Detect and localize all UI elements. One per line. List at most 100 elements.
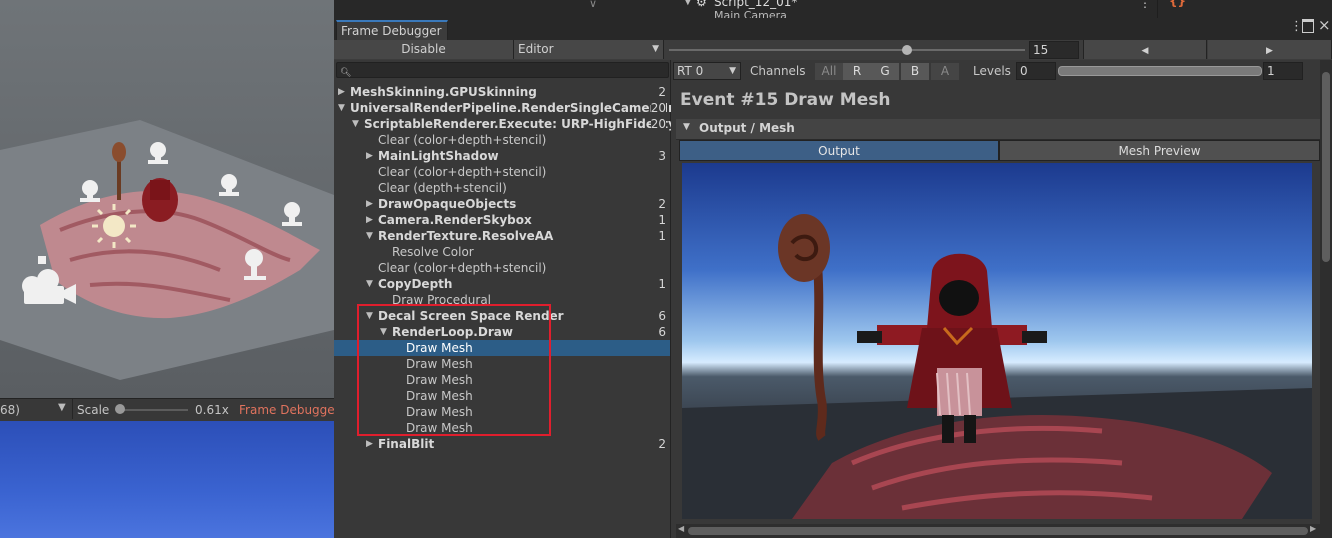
channel-button-g[interactable]: G — [871, 63, 899, 80]
resolution-dropdown-icon[interactable]: ▼ — [58, 402, 66, 413]
channel-button-a[interactable]: A — [931, 63, 959, 80]
tree-row[interactable]: ▶ Camera.RenderSkybox 1 — [334, 212, 670, 228]
scale-slider-track[interactable] — [116, 409, 188, 411]
tree-row-label: Resolve Color — [392, 245, 474, 259]
render-target-dropdown[interactable]: RT 0 ▼ — [673, 62, 741, 80]
channels-label: Channels — [750, 64, 806, 78]
resolution-label[interactable]: 68) — [0, 403, 20, 417]
output-mesh-section-header[interactable]: ▼ Output / Mesh — [676, 119, 1322, 140]
levels-max-field[interactable]: 1 — [1263, 62, 1303, 80]
previous-arrow-icon: ◀ — [1141, 46, 1149, 56]
vertical-scroll-thumb[interactable] — [1322, 72, 1330, 262]
section-title: Output / Mesh — [699, 121, 795, 135]
tree-row-label: FinalBlit — [378, 437, 435, 451]
unity-scene-icon: ⚙ — [696, 0, 707, 9]
next-event-button[interactable]: ▶ — [1208, 40, 1332, 59]
expanded-arrow-icon[interactable]: ▼ — [366, 228, 376, 244]
vertical-scrollbar[interactable] — [1320, 60, 1332, 538]
tree-row-count: 1 — [658, 276, 666, 292]
tree-row[interactable]: ▼ CopyDepth 1 — [334, 276, 670, 292]
divider — [1157, 0, 1158, 18]
tree-row-label: RenderTexture.ResolveAA — [378, 229, 554, 243]
tree-row[interactable]: Clear (depth+stencil) — [334, 180, 670, 196]
game-view[interactable] — [0, 421, 334, 538]
tree-row-count: 1 — [658, 228, 666, 244]
tree-row-label: MainLightShadow — [378, 149, 499, 163]
next-arrow-icon: ▶ — [1266, 46, 1273, 56]
tree-row-label: Camera.RenderSkybox — [378, 213, 532, 227]
levels-range-slider[interactable] — [1058, 66, 1262, 76]
levels-min-field[interactable]: 0 — [1016, 62, 1056, 80]
maximize-icon[interactable] — [1302, 19, 1314, 33]
tree-row-label: Clear (color+depth+stencil) — [378, 133, 547, 147]
channel-button-all[interactable]: All — [815, 63, 843, 80]
channel-button-b[interactable]: B — [901, 63, 929, 80]
collapsed-arrow-icon[interactable]: ▶ — [366, 196, 376, 212]
more-options-icon[interactable]: ⋮ — [1139, 0, 1151, 10]
disable-button[interactable]: Disable — [334, 40, 514, 59]
tree-row[interactable]: ▼ RenderTexture.ResolveAA 1 — [334, 228, 670, 244]
expand-arrow-icon[interactable]: ▼ — [684, 0, 692, 7]
tree-row-count: 1 — [658, 212, 666, 228]
previous-event-button[interactable]: ◀ — [1083, 40, 1207, 59]
frame-debugger-indicator[interactable]: Frame Debugger — [239, 403, 340, 417]
foldout-arrow-icon[interactable]: ▼ — [683, 122, 690, 132]
collapsed-arrow-icon[interactable]: ▶ — [366, 148, 376, 164]
target-value: Editor — [518, 42, 554, 56]
highlight-annotation-box — [357, 304, 551, 436]
target-dropdown[interactable]: Editor ▼ — [514, 40, 664, 59]
scroll-left-icon[interactable]: ◀ — [678, 524, 684, 533]
tree-row[interactable]: Resolve Color — [334, 244, 670, 260]
scale-value: 0.61x — [195, 403, 229, 417]
chevron-down-icon[interactable]: ∨ — [589, 0, 597, 10]
render-preview-image — [682, 214, 1312, 519]
tab-mesh-preview[interactable]: Mesh Preview — [999, 140, 1320, 161]
collapsed-arrow-icon[interactable]: ▶ — [366, 436, 376, 452]
scale-slider-handle[interactable] — [115, 404, 125, 414]
horizontal-scrollbar[interactable]: ◀ ▶ — [676, 524, 1324, 538]
event-slider-track[interactable] — [669, 49, 1025, 51]
tree-row-count: 6 — [658, 324, 666, 340]
expanded-arrow-icon[interactable]: ▼ — [352, 116, 362, 132]
collapsed-arrow-icon[interactable]: ▶ — [366, 212, 376, 228]
channel-button-r[interactable]: R — [843, 63, 871, 80]
expanded-arrow-icon[interactable]: ▼ — [366, 276, 376, 292]
dropdown-arrow-icon: ▼ — [652, 44, 659, 54]
tree-row-count: 2 — [658, 436, 666, 452]
horizontal-scroll-thumb[interactable] — [688, 527, 1308, 535]
scroll-right-icon[interactable]: ▶ — [1310, 524, 1316, 533]
levels-label: Levels — [973, 64, 1011, 78]
tree-row[interactable]: ▶ MeshSkinning.GPUSkinning 2 — [334, 84, 670, 100]
tree-row[interactable]: ▼ ScriptableRenderer.Execute: URP-HighFid… — [334, 116, 743, 132]
tree-row-count: 20 — [650, 100, 666, 116]
event-title: Event #15 Draw Mesh — [680, 90, 891, 110]
collapsed-arrow-icon[interactable]: ▶ — [338, 84, 348, 100]
render-target-value: RT 0 — [677, 64, 704, 78]
tree-row[interactable]: ▶ FinalBlit 2 — [334, 436, 670, 452]
tree-row[interactable]: Clear (color+depth+stencil) — [334, 132, 670, 148]
tree-row[interactable]: ▼ UniversalRenderPipeline.RenderSingleCam… — [334, 100, 717, 116]
tree-search-input[interactable]: 🔍︎ — [336, 62, 669, 78]
tree-row[interactable]: ▶ MainLightShadow 3 — [334, 148, 670, 164]
scene-view[interactable] — [0, 0, 334, 398]
close-icon[interactable]: × — [1318, 16, 1331, 34]
tab-output[interactable]: Output — [679, 140, 999, 161]
tree-row-count: 3 — [658, 148, 666, 164]
event-slider-handle[interactable] — [901, 45, 912, 55]
tree-row[interactable]: Clear (color+depth+stencil) — [334, 260, 670, 276]
expanded-arrow-icon[interactable]: ▼ — [338, 100, 348, 116]
scene-render — [0, 0, 334, 398]
tree-row[interactable]: Clear (color+depth+stencil) — [334, 164, 670, 180]
output-preview[interactable] — [682, 163, 1312, 519]
scale-label: Scale — [77, 403, 110, 417]
tab-title: Frame Debugger — [341, 24, 442, 38]
tree-row-label: MeshSkinning.GPUSkinning — [350, 85, 537, 99]
tab-frame-debugger[interactable]: Frame Debugger — [336, 20, 448, 40]
tree-row[interactable]: ▶ DrawOpaqueObjects 2 — [334, 196, 670, 212]
event-index-field[interactable]: 15 — [1029, 41, 1079, 59]
hierarchy-scene-item[interactable]: Script_12_01* — [714, 0, 797, 9]
tree-row-label: Clear (color+depth+stencil) — [378, 165, 547, 179]
scene-toolbar: 68) ▼ Scale 0.61x Frame Debugger — [0, 398, 340, 422]
script-icon: {} — [1169, 0, 1187, 8]
hierarchy-strip: ∨ ▼ ⚙ Script_12_01* Main Camera ⋮ {} — [334, 0, 1332, 22]
